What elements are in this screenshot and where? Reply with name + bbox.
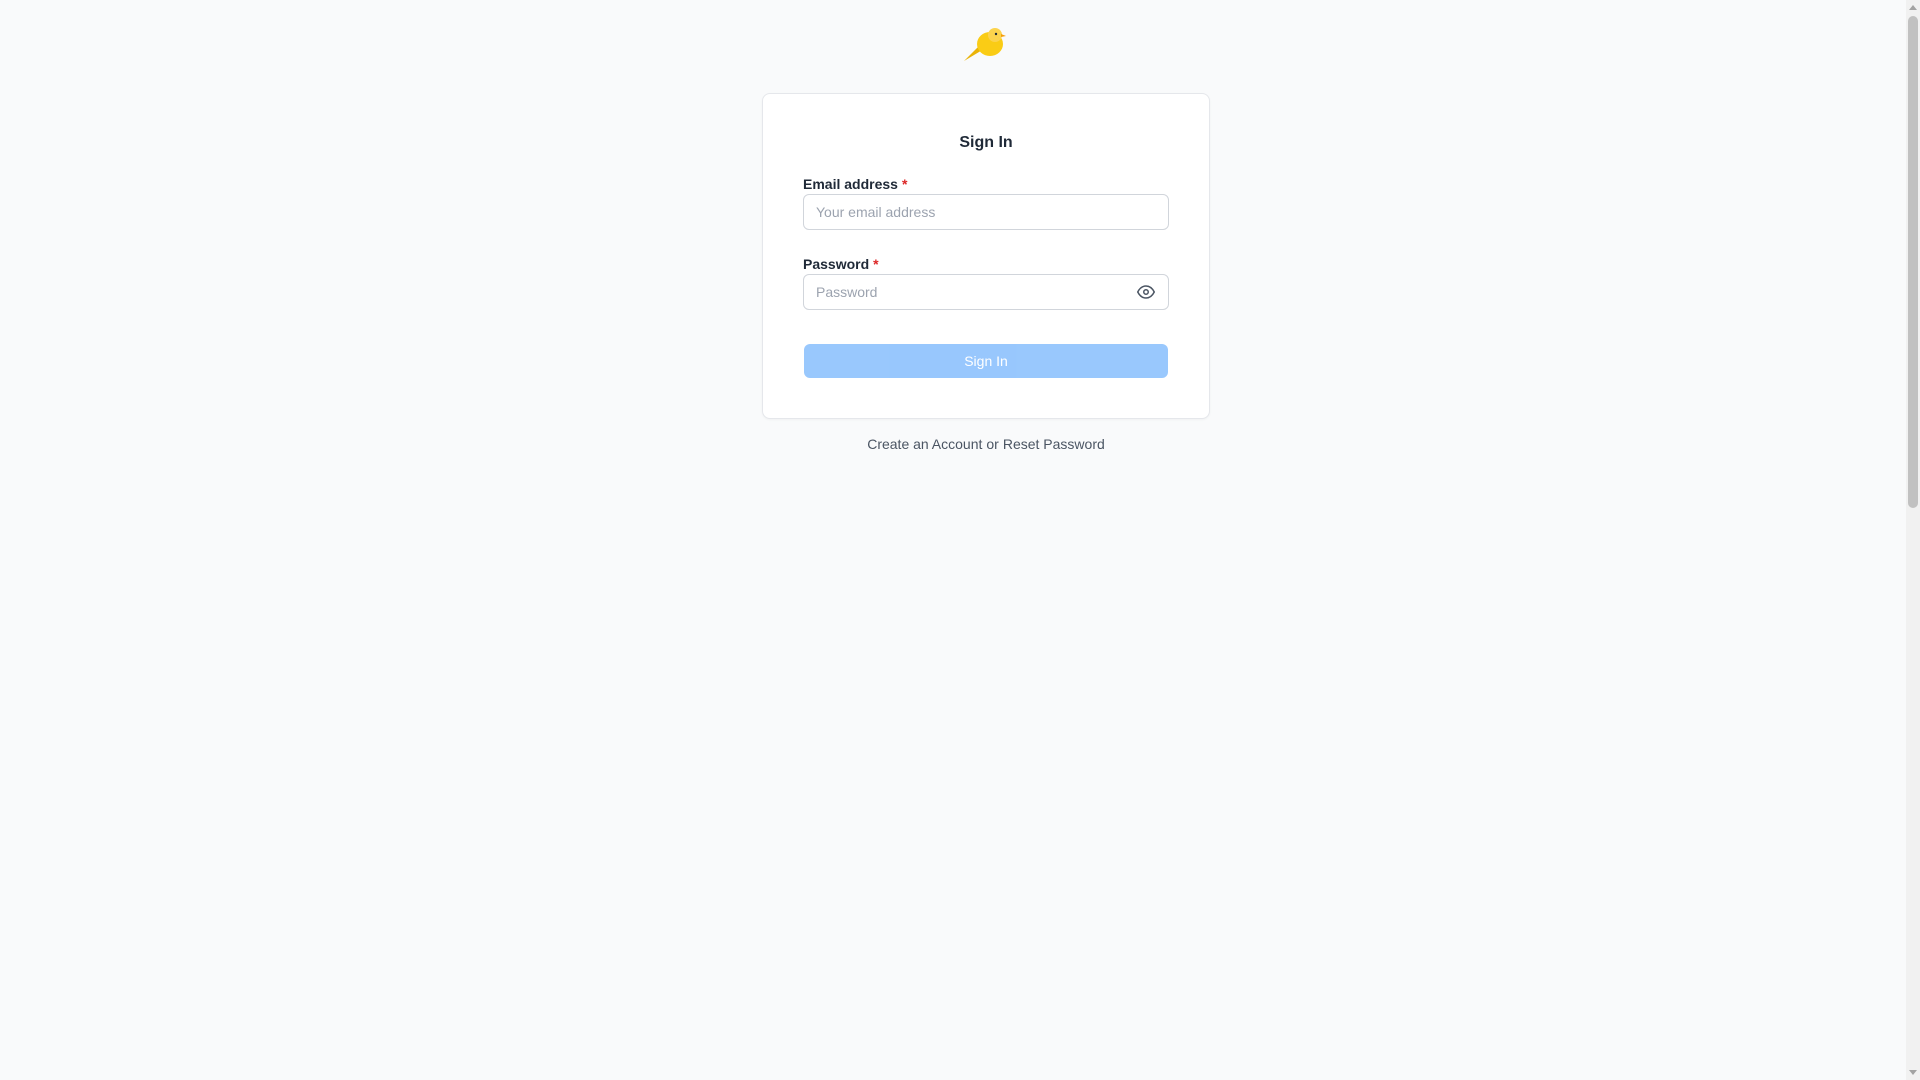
page-title: Sign In — [959, 134, 1013, 151]
toggle-password-visibility-button[interactable] — [1132, 278, 1160, 306]
email-field[interactable] — [804, 195, 1168, 229]
password-label-text: Password — [803, 256, 870, 272]
password-field[interactable] — [804, 275, 1132, 309]
page-scrollbar[interactable] — [1906, 0, 1920, 1080]
scrollbar-thumb[interactable] — [1908, 16, 1918, 508]
link-separator: or — [986, 436, 999, 452]
email-label: Email address * — [803, 176, 907, 192]
reset-password-link[interactable]: Reset Password — [1003, 436, 1105, 452]
email-label-text: Email address — [803, 176, 898, 192]
password-field-wrapper — [803, 274, 1169, 310]
sign-in-button[interactable]: Sign In — [804, 344, 1168, 378]
create-account-link[interactable]: Create an Account — [867, 436, 982, 452]
password-label: Password * — [803, 256, 879, 272]
email-required-mark: * — [901, 176, 908, 192]
sign-in-page: Sign In Email address* Password* Sign In… — [0, 0, 1920, 1080]
scroll-up-arrow-icon[interactable] — [1909, 5, 1917, 10]
sign-in-card: Sign In Email address* Password* Sign In — [762, 93, 1210, 419]
account-links: Create an Account or Reset Password — [0, 436, 1920, 452]
scroll-down-arrow-icon[interactable] — [1909, 1070, 1917, 1075]
eye-icon — [1137, 285, 1155, 299]
canary-bird-icon — [964, 28, 1006, 61]
email-field-wrapper — [803, 194, 1169, 230]
password-required-mark: * — [873, 256, 879, 272]
